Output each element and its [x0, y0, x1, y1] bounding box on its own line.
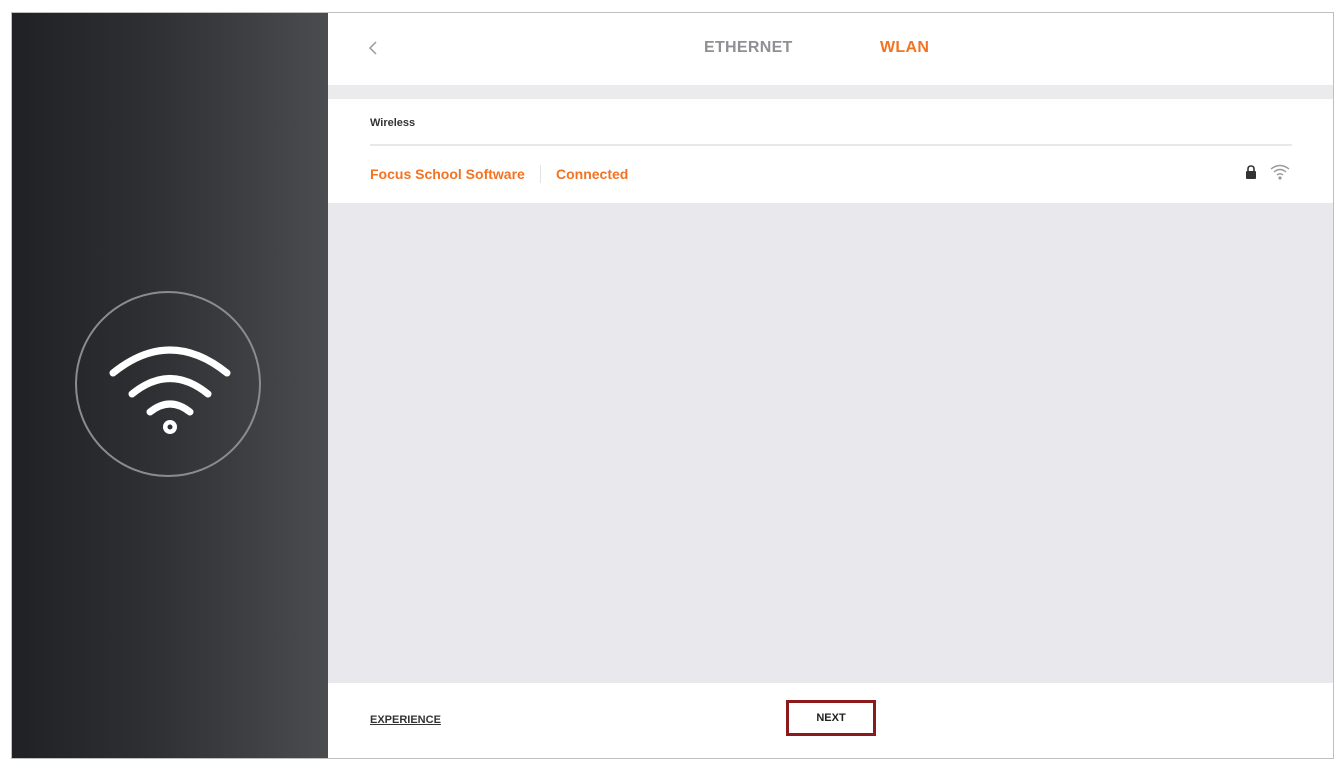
- section-label-wireless: Wireless: [370, 117, 416, 129]
- wireless-section: Wireless Focus School Software Connected: [328, 99, 1333, 203]
- network-list-item[interactable]: Focus School Software Connected: [328, 151, 1333, 201]
- wifi-icon: [109, 346, 231, 434]
- left-panel: [12, 13, 328, 758]
- network-list-empty-area: [328, 203, 1333, 683]
- network-header: ETHERNET WLAN: [328, 13, 1333, 85]
- tab-wlan[interactable]: WLAN: [880, 39, 929, 57]
- network-name: Focus School Software: [370, 166, 525, 182]
- setup-window: ETHERNET WLAN Wireless Focus School Soft…: [11, 12, 1334, 759]
- wifi-illustration: [75, 291, 261, 477]
- header-divider-band: [328, 85, 1333, 99]
- section-divider: [370, 144, 1292, 146]
- next-button[interactable]: NEXT: [786, 700, 876, 736]
- right-panel: ETHERNET WLAN Wireless Focus School Soft…: [328, 13, 1333, 758]
- network-status: Connected: [556, 166, 629, 182]
- lock-icon: [1245, 165, 1257, 184]
- network-separator: [540, 165, 541, 183]
- footer: EXPERIENCE NEXT: [328, 683, 1333, 758]
- chevron-left-icon[interactable]: [366, 37, 382, 59]
- wifi-signal-icon: [1270, 164, 1290, 185]
- experience-link[interactable]: EXPERIENCE: [370, 714, 441, 726]
- tab-ethernet[interactable]: ETHERNET: [704, 39, 793, 57]
